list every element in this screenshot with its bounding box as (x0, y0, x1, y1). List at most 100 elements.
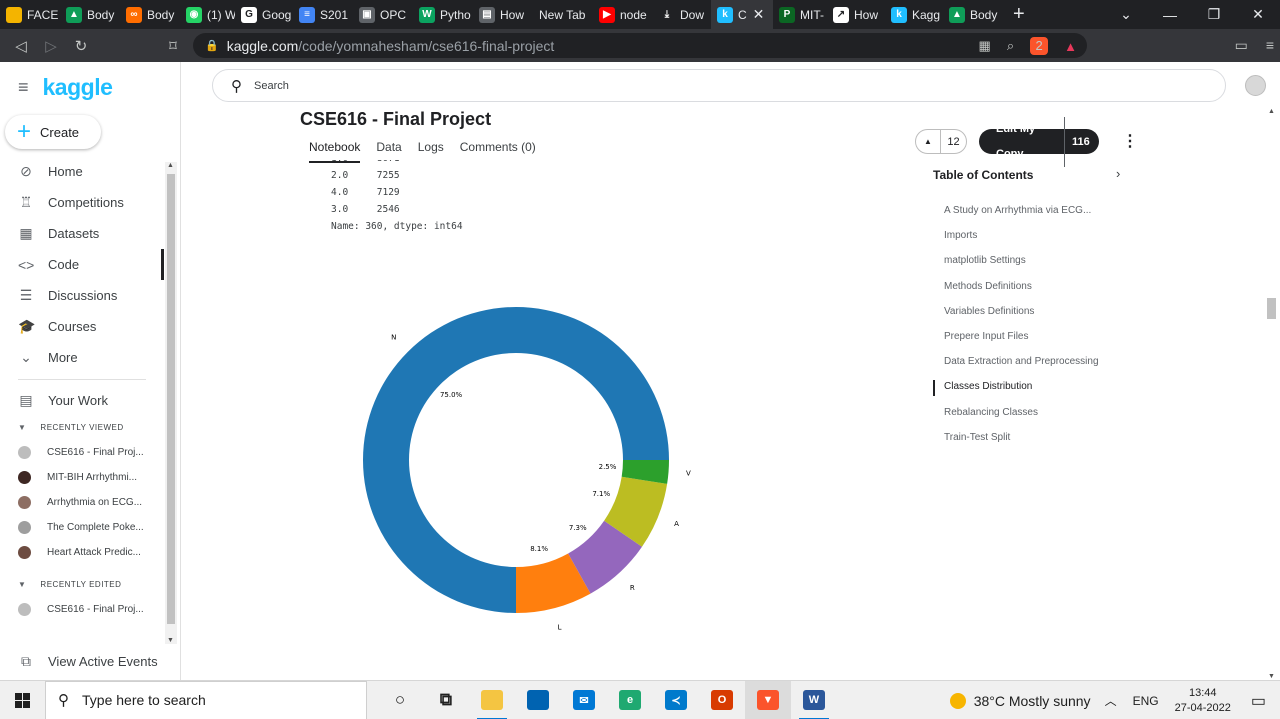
address-bar[interactable]: 🔒 kaggle.com /code/yomnahesham/cse616-fi… (193, 33, 1087, 58)
language-indicator[interactable]: ENG (1133, 694, 1159, 708)
toc-item[interactable]: Classes Distribution (944, 381, 1032, 392)
site-search[interactable]: ⚲ (212, 69, 1226, 102)
toc-item[interactable]: Data Extraction and Preprocessing (944, 356, 1099, 367)
upvote-arrow-icon[interactable]: ▲ (916, 130, 942, 153)
sidebar-item-discussions[interactable]: ☰ Discussions (0, 280, 164, 311)
taskbar-app-office[interactable]: O (699, 681, 745, 719)
toc-item[interactable]: matplotlib Settings (944, 255, 1026, 266)
browser-tab[interactable]: ▲ Body (60, 0, 120, 29)
browser-tab[interactable]: ↗ How (827, 0, 885, 29)
sidebar-item-code[interactable]: <> Code (0, 249, 164, 280)
toc-item[interactable]: Train-Test Split (944, 432, 1010, 443)
weather-text[interactable]: 38°C Mostly sunny (974, 693, 1091, 709)
browser-tab[interactable]: ▲ Body (943, 0, 1003, 29)
sidebar-item-your-work[interactable]: ▤ Your Work (0, 385, 164, 416)
search-input[interactable] (254, 79, 1154, 92)
recently-viewed-header[interactable]: ▼ RECENTLY VIEWED (18, 423, 124, 432)
sidebar-scroll-thumb[interactable] (167, 174, 175, 624)
view-active-events-link[interactable]: ⧉ View Active Events (0, 646, 164, 677)
zoom-icon[interactable]: ⌕ (1007, 38, 1014, 54)
browser-tab[interactable]: W Pytho (413, 0, 473, 29)
recently-edited-header[interactable]: ▼ RECENTLY EDITED (18, 580, 121, 589)
browser-tab[interactable]: FACE (0, 0, 60, 29)
clock[interactable]: 13:44 27-04-2022 (1175, 686, 1231, 716)
avatar[interactable] (1245, 75, 1266, 96)
browser-tab[interactable]: k C ✕ (711, 0, 773, 29)
scroll-up-icon[interactable]: ▲ (167, 162, 174, 169)
kaggle-logo[interactable]: kaggle (43, 74, 113, 101)
notification-icon[interactable]: ▭ (1251, 691, 1266, 711)
browser-tab[interactable]: ▶ node (593, 0, 653, 29)
new-tab-icon[interactable]: + (1003, 3, 1035, 26)
browser-tab[interactable]: ≡ S201 (293, 0, 353, 29)
sidebar-item-home[interactable]: ⊘ Home (0, 156, 164, 187)
taskbar-app-file-explorer[interactable] (469, 681, 515, 719)
brave-rewards-icon[interactable]: ▲ (1064, 39, 1077, 54)
toc-item[interactable]: A Study on Arrhythmia via ECG... (944, 205, 1091, 216)
bookmark-icon[interactable]: ⌑ (158, 37, 188, 55)
taskbar-app-word[interactable]: W (791, 681, 837, 719)
browser-tab[interactable]: ◉ (1) W (180, 0, 235, 29)
taskbar-app-edge[interactable]: e (607, 681, 653, 719)
lock-icon[interactable]: 🔒 (205, 39, 219, 52)
list-item[interactable]: Heart Attack Predic... (18, 546, 141, 559)
forward-icon[interactable]: ▷ (36, 37, 66, 55)
taskbar-app-cortana[interactable]: ○ (377, 681, 423, 719)
start-button[interactable] (0, 692, 45, 708)
browser-tab[interactable]: ⤓ Dow (653, 0, 711, 29)
sidebar-item-datasets[interactable]: ▦ Datasets (0, 218, 164, 249)
toc-item[interactable]: Prepere Input Files (944, 331, 1029, 342)
back-icon[interactable]: ◁ (6, 37, 36, 55)
sidebar-item-more[interactable]: ⌄ More (0, 342, 164, 373)
weather-sun-icon[interactable] (949, 692, 966, 709)
tray-chevron-icon[interactable]: ︿ (1105, 692, 1117, 709)
browser-tab[interactable]: ∞ Body (120, 0, 180, 29)
sidebar-item-courses[interactable]: 🎓 Courses (0, 311, 164, 342)
menu-icon[interactable]: ≡ (1266, 37, 1274, 54)
main-scroll-thumb[interactable] (1267, 298, 1276, 319)
sidebar-scrollbar[interactable]: ▲ ▼ (165, 162, 177, 644)
tab-search-icon[interactable]: ⌄ (1104, 6, 1148, 23)
browser-tab[interactable]: New Tab (533, 0, 593, 29)
taskbar-app-store[interactable] (515, 681, 561, 719)
list-item[interactable]: MIT-BIH Arrhythmi... (18, 471, 137, 484)
taskbar-app-vscode[interactable]: ≺ (653, 681, 699, 719)
list-item[interactable]: The Complete Poke... (18, 521, 144, 534)
qr-code-icon[interactable]: ▦ (979, 38, 991, 54)
more-options-icon[interactable]: ⋮ (1122, 131, 1138, 151)
taskbar-search[interactable]: ⚲ Type here to search (45, 680, 367, 719)
browser-tab[interactable]: P MIT- (773, 0, 827, 29)
list-item[interactable]: CSE616 - Final Proj... (18, 446, 144, 459)
hamburger-menu-icon[interactable]: ≡ (18, 77, 29, 98)
scroll-down-icon[interactable]: ▼ (167, 637, 174, 644)
wallet-icon[interactable]: ▭ (1235, 37, 1248, 54)
brave-shields-icon[interactable]: 2 (1030, 37, 1049, 55)
sidebar-item-competitions[interactable]: ♖ Competitions (0, 187, 164, 218)
scroll-down-icon[interactable]: ▼ (1268, 673, 1275, 680)
list-item[interactable]: CSE616 - Final Proj... (18, 603, 144, 616)
scroll-up-icon[interactable]: ▲ (1268, 108, 1275, 115)
taskbar-app-task-view[interactable]: ⧉ (423, 681, 469, 719)
tab-comments[interactable]: Comments (0) (460, 140, 536, 163)
toc-collapse-icon[interactable]: › (1116, 166, 1120, 181)
restore-icon[interactable]: ❐ (1192, 6, 1236, 23)
taskbar-app-brave[interactable]: ▼ (745, 680, 791, 719)
taskbar-app-mail[interactable]: ✉ (561, 681, 607, 719)
toc-item[interactable]: Variables Definitions (944, 306, 1034, 317)
browser-tab[interactable]: G Goog (235, 0, 293, 29)
reload-icon[interactable]: ↻ (66, 37, 96, 55)
edit-my-copy-button[interactable]: Edit My Copy 116 (979, 116, 1099, 167)
toc-item[interactable]: Imports (944, 230, 977, 241)
minimize-icon[interactable]: — (1148, 7, 1192, 23)
toc-item[interactable]: Rebalancing Classes (944, 407, 1038, 418)
toc-item[interactable]: Methods Definitions (944, 281, 1032, 292)
list-item[interactable]: Arrhythmia on ECG... (18, 496, 142, 509)
browser-tab[interactable]: ▤ How (473, 0, 533, 29)
browser-tab[interactable]: ▣ OPC (353, 0, 413, 29)
close-window-icon[interactable]: ✕ (1236, 6, 1280, 23)
create-button[interactable]: + Create (5, 115, 101, 149)
main-scrollbar[interactable]: ▲ ▼ (1265, 108, 1278, 680)
upvote-button[interactable]: ▲ 12 (915, 129, 967, 154)
browser-tab[interactable]: k Kagg (885, 0, 943, 29)
close-tab-icon[interactable]: ✕ (753, 6, 765, 23)
